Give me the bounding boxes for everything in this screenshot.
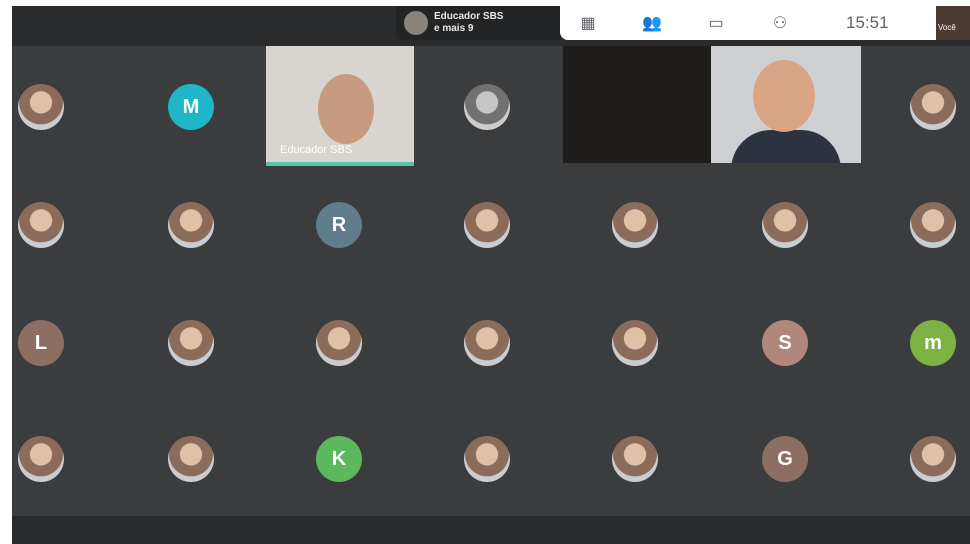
- presenter-text: Educador SBS e mais 9: [434, 11, 503, 35]
- meeting-window: Educador SBS e mais 9 ▦ 👥 ▭ ⚇ 15:51 Você…: [12, 6, 970, 544]
- participant-avatar[interactable]: S: [762, 320, 808, 366]
- participant-avatar[interactable]: [316, 320, 362, 366]
- participant-avatar[interactable]: L: [18, 320, 64, 366]
- bottom-bar: [12, 516, 970, 544]
- participant-avatar[interactable]: [464, 436, 510, 482]
- participant-avatar[interactable]: M: [168, 84, 214, 130]
- participant-avatar[interactable]: [464, 84, 510, 130]
- participant-avatar[interactable]: R: [316, 202, 362, 248]
- chat-icon[interactable]: ▭: [706, 14, 726, 32]
- participant-avatar[interactable]: [910, 202, 956, 248]
- participant-avatar[interactable]: G: [762, 436, 808, 482]
- participant-avatar[interactable]: [762, 202, 808, 248]
- participant-avatar[interactable]: [464, 320, 510, 366]
- participant-avatar[interactable]: m: [910, 320, 956, 366]
- participant-video-teacher[interactable]: Educador SBS: [266, 46, 414, 166]
- participant-avatar[interactable]: [18, 84, 64, 130]
- participants-icon[interactable]: 👥: [642, 14, 662, 32]
- clock: 15:51: [846, 13, 889, 32]
- presenter-name: Educador SBS: [434, 11, 504, 22]
- presenter-indicator[interactable]: Educador SBS e mais 9: [396, 6, 564, 40]
- participant-video-man[interactable]: [711, 46, 861, 163]
- participant-avatar[interactable]: K: [316, 436, 362, 482]
- self-view-thumbnail[interactable]: Você: [936, 6, 970, 40]
- participant-avatar[interactable]: [910, 84, 956, 130]
- participant-video-dark[interactable]: [563, 46, 711, 163]
- participant-shirt: [731, 130, 841, 163]
- participant-avatar[interactable]: [18, 436, 64, 482]
- participant-avatar[interactable]: [612, 202, 658, 248]
- activities-icon[interactable]: ⚇: [770, 14, 790, 32]
- presenter-more: e mais 9: [434, 23, 474, 34]
- participant-avatar[interactable]: [910, 436, 956, 482]
- participant-avatar[interactable]: [612, 436, 658, 482]
- grid-layout-icon[interactable]: ▦: [578, 14, 598, 32]
- participant-avatar[interactable]: [612, 320, 658, 366]
- participant-face: [753, 60, 815, 132]
- meeting-toolbar: ▦ 👥 ▭ ⚇ 15:51 Você: [560, 6, 970, 40]
- participant-avatar[interactable]: [464, 202, 510, 248]
- participant-avatar[interactable]: [18, 202, 64, 248]
- participant-name-label: Educador SBS: [280, 144, 353, 156]
- participant-avatar[interactable]: [168, 202, 214, 248]
- presenter-avatar: [404, 11, 428, 35]
- participant-face: [318, 74, 374, 144]
- participant-avatar[interactable]: [168, 320, 214, 366]
- participant-avatar[interactable]: [168, 436, 214, 482]
